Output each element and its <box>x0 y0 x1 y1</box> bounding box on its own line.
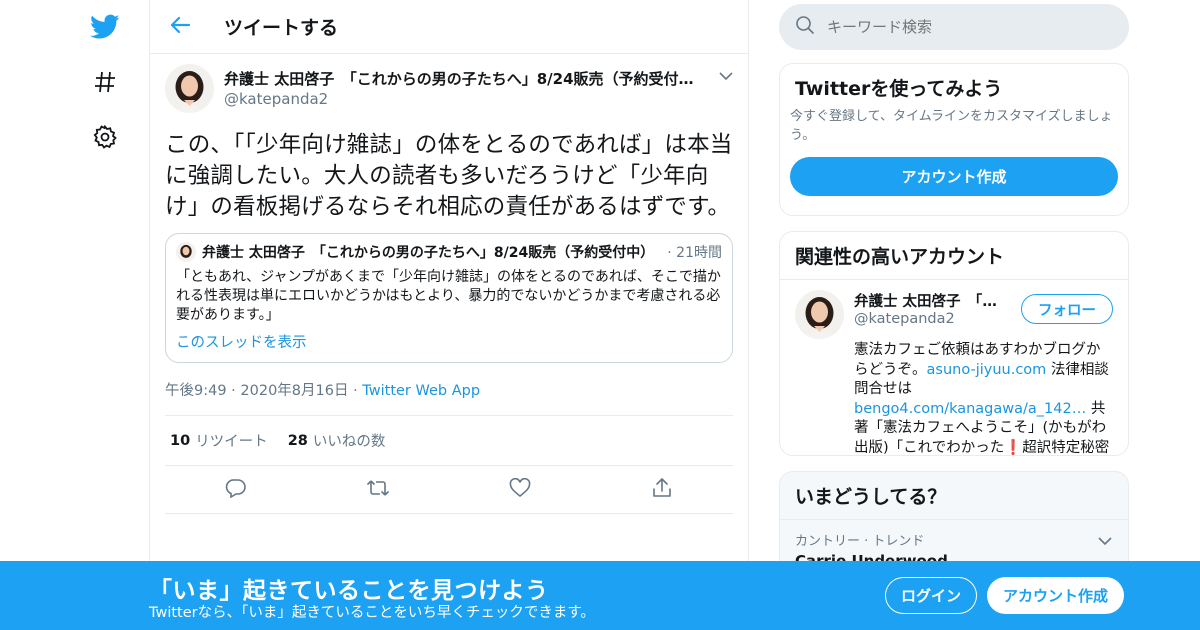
back-button[interactable] <box>150 0 210 54</box>
quoted-tweet[interactable]: 弁護士 太田啓子 「これからの男の子たちへ」8/24販売（予約受付中） · 21… <box>165 233 733 363</box>
related-account-bio: 憲法カフェご依頼はあすわかブログからどうぞ。asuno-jiyuu.com 法律… <box>854 342 1110 456</box>
tweet-date[interactable]: 2020年8月16日 <box>240 383 348 399</box>
follow-button[interactable]: フォロー <box>1021 294 1113 324</box>
trends-title: いまどうしてる？ <box>795 486 947 508</box>
quote-text: 「ともあれ、ジャンプがあくまで「少年向け雑誌」の体をとるのであれば、そこで描かれ… <box>176 269 721 323</box>
quote-author-name: 弁護士 太田啓子 「これからの男の子たちへ」8/24販売（予約受付中） <box>202 245 655 261</box>
signup-banner: 「いま」起きていることを見つけよう Twitterなら、「いま」起きていることを… <box>0 561 1200 630</box>
tweet-author[interactable]: 弁護士 太田啓子 「これからの男の子たちへ」8/24販売（予約受付… @kate… <box>165 64 733 124</box>
arrow-left-icon <box>169 15 191 39</box>
tweet-meta: 午後9:49 · 2020年8月16日 · Twitter Web App <box>165 379 733 416</box>
reply-button[interactable] <box>165 478 307 502</box>
avatar[interactable] <box>795 290 844 339</box>
page-header: ツイートする <box>150 0 748 54</box>
like-button[interactable] <box>449 477 591 502</box>
chevron-down-icon[interactable] <box>1097 532 1113 551</box>
like-icon <box>509 477 531 502</box>
retweet-count[interactable]: 10 <box>170 433 190 449</box>
share-icon <box>651 477 673 503</box>
related-title: 関連性の高いアカウント <box>795 246 1005 268</box>
create-account-button[interactable]: アカウント作成 <box>790 157 1118 196</box>
search-input[interactable] <box>827 18 1087 36</box>
tweet-actions <box>165 466 733 514</box>
show-thread-link[interactable]: このスレッドを表示 <box>176 331 722 352</box>
gear-icon[interactable] <box>90 122 120 152</box>
author-name[interactable]: 弁護士 太田啓子 「これからの男の子たちへ」8/24販売（予約受付… <box>224 68 694 89</box>
retweet-button[interactable] <box>307 478 449 502</box>
share-button[interactable] <box>591 477 733 503</box>
signup-card: Twitterを使ってみよう 今すぐ登録して、タイムラインをカスタマイズしましょ… <box>779 63 1129 216</box>
signup-title: Twitterを使ってみよう <box>795 78 1003 100</box>
tweet-time[interactable]: 午後9:49 <box>165 383 227 399</box>
author-handle[interactable]: @katepanda2 <box>224 90 704 108</box>
avatar <box>176 242 196 262</box>
retweet-icon <box>366 478 390 502</box>
like-count[interactable]: 28 <box>288 433 308 449</box>
search-box[interactable] <box>779 4 1129 50</box>
tweet: 弁護士 太田啓子 「これからの男の子たちへ」8/24販売（予約受付… @kate… <box>150 54 748 514</box>
tweet-source[interactable]: Twitter Web App <box>362 383 480 399</box>
signup-description: 今すぐ登録して、タイムラインをカスタマイズしましょう。 <box>790 109 1113 143</box>
twitter-bird-icon[interactable] <box>90 12 120 42</box>
search-icon <box>795 15 815 39</box>
like-label[interactable]: いいねの数 <box>313 430 386 451</box>
bio-link[interactable]: asuno-jiyuu.com <box>927 362 1047 378</box>
login-button[interactable]: ログイン <box>885 577 977 614</box>
tweet-detail-column: ツイートする 弁護士 太田啓子 「これからの男の子たちへ」8/24販売（予約受付… <box>149 0 749 630</box>
tweet-text: この、「「少年向け雑誌」の体をとるのであれば」は本当に強調したい。大人の読者も多… <box>165 132 733 220</box>
trend-meta: カントリー · トレンド <box>795 534 925 549</box>
hashtag-icon[interactable] <box>90 67 120 97</box>
related-account-name[interactable]: 弁護士 太田啓子 「これからの男の子たちへ」 <box>854 290 1004 311</box>
exclamation-icon: ❗ <box>1004 439 1023 456</box>
bio-link[interactable]: bengo4.com/kanagawa/a_142… <box>854 401 1086 417</box>
chevron-down-icon[interactable] <box>718 67 734 86</box>
create-account-button[interactable]: アカウント作成 <box>987 577 1124 614</box>
reply-icon <box>225 478 247 502</box>
banner-title: 「いま」起きていることを見つけよう <box>149 578 549 604</box>
retweet-label[interactable]: リツイート <box>195 430 268 451</box>
avatar[interactable] <box>165 64 214 113</box>
page-title: ツイートする <box>224 17 339 39</box>
banner-subtitle: Twitterなら、「いま」起きていることをいち早くチェックできます。 <box>149 605 595 621</box>
related-account[interactable]: 弁護士 太田啓子 「これからの男の子たちへ」 @katepanda2 フォロー … <box>780 279 1128 456</box>
quote-time: · 21時間 <box>667 245 722 261</box>
tweet-stats: 10 リツイート 28 いいねの数 <box>165 416 733 466</box>
related-accounts-card: 関連性の高いアカウント 弁護士 太田啓子 「これからの男の子たちへ」 @kate… <box>779 231 1129 456</box>
